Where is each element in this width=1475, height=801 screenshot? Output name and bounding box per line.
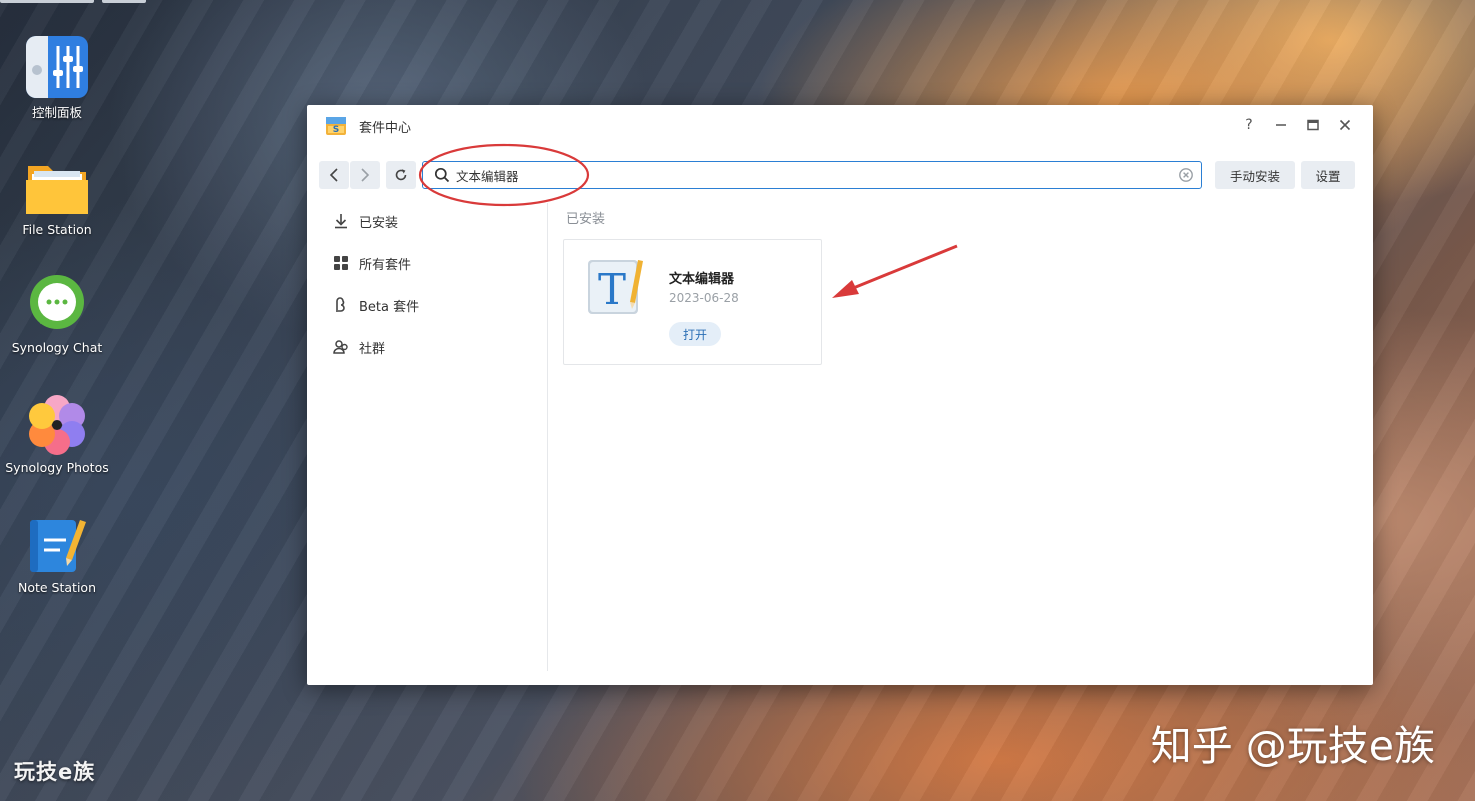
minimize-icon bbox=[1276, 124, 1286, 126]
refresh-icon bbox=[395, 169, 407, 181]
desktop-icon-label: Note Station bbox=[17, 580, 96, 595]
desktop-icon-file-station[interactable]: File Station bbox=[0, 156, 114, 237]
search-box[interactable] bbox=[422, 161, 1202, 189]
minimize-button[interactable] bbox=[1269, 114, 1293, 136]
desktop-icon-label: Synology Chat bbox=[11, 340, 103, 355]
folder-icon bbox=[26, 156, 88, 218]
sidebar-item-label: 所有套件 bbox=[359, 257, 412, 273]
back-button[interactable] bbox=[319, 161, 349, 189]
desktop-icon-label: 控制面板 bbox=[31, 105, 82, 120]
svg-text:T: T bbox=[598, 265, 626, 314]
clear-search-icon[interactable] bbox=[1179, 168, 1193, 182]
control-panel-icon bbox=[26, 36, 88, 98]
package-center-window: S 套件中心 ? 文本编辑器 手动安装 设置 已安装 所有套件 Beta 套件 … bbox=[307, 105, 1373, 685]
chevron-left-icon bbox=[329, 168, 338, 182]
window-title: 套件中心 bbox=[359, 121, 412, 136]
download-icon bbox=[333, 213, 349, 229]
maximize-button[interactable] bbox=[1301, 114, 1325, 136]
manual-install-button[interactable]: 手动安装 bbox=[1215, 161, 1295, 189]
sidebar-item-beta[interactable]: Beta 套件 bbox=[333, 293, 419, 317]
section-title: 已安装 bbox=[566, 212, 606, 227]
maximize-icon bbox=[1307, 119, 1319, 131]
chat-bubble-icon bbox=[26, 274, 88, 336]
settings-button[interactable]: 设置 bbox=[1301, 161, 1355, 189]
watermark-logo-text: 玩技e族 bbox=[14, 760, 96, 784]
grid-icon bbox=[333, 255, 349, 271]
desktop-icon-synology-chat[interactable]: Synology Chat bbox=[0, 274, 114, 355]
sidebar-item-installed[interactable]: 已安装 bbox=[333, 209, 398, 233]
help-icon: ? bbox=[1245, 117, 1253, 133]
desktop-icon-synology-photos[interactable]: Synology Photos bbox=[0, 394, 114, 475]
watermark-zhihu: 知乎 @玩技e族 bbox=[1150, 722, 1435, 770]
chevron-right-icon bbox=[361, 168, 370, 182]
package-name: 文本编辑器 bbox=[669, 272, 735, 287]
package-date: 2023-06-28 bbox=[669, 291, 739, 305]
desktop-icon-label: Synology Photos bbox=[5, 460, 109, 475]
notebook-pencil-icon bbox=[26, 514, 88, 576]
package-center-logo-icon: S bbox=[325, 114, 347, 136]
community-icon bbox=[333, 339, 349, 355]
flower-photos-icon bbox=[26, 394, 88, 456]
search-input[interactable] bbox=[456, 162, 1156, 188]
desktop-icon-control-panel[interactable]: 控制面板 bbox=[0, 36, 114, 121]
sidebar-item-label: 社群 bbox=[359, 341, 386, 357]
toolbar: 手动安装 设置 bbox=[307, 160, 1373, 190]
sidebar-item-label: 已安装 bbox=[359, 215, 399, 231]
sidebar-item-label: Beta 套件 bbox=[359, 299, 420, 315]
beta-icon bbox=[333, 297, 349, 313]
search-icon bbox=[434, 167, 450, 183]
sidebar: 已安装 所有套件 Beta 套件 社群 bbox=[307, 203, 548, 671]
sidebar-item-community[interactable]: 社群 bbox=[333, 335, 385, 359]
desktop-background: 控制面板 File Station Synology Chat Synology… bbox=[0, 0, 1475, 801]
package-card[interactable]: T 文本编辑器 2023-06-28 打开 bbox=[563, 239, 822, 365]
text-editor-icon: T bbox=[586, 256, 646, 318]
close-icon bbox=[1339, 119, 1351, 131]
desktop-icon-note-station[interactable]: Note Station bbox=[0, 514, 114, 595]
help-button[interactable]: ? bbox=[1237, 114, 1261, 136]
forward-button[interactable] bbox=[350, 161, 380, 189]
close-button[interactable] bbox=[1333, 114, 1357, 136]
taskbar-edge bbox=[0, 0, 94, 3]
taskbar-edge bbox=[102, 0, 146, 3]
window-titlebar[interactable]: S 套件中心 ? bbox=[307, 105, 1373, 145]
open-button[interactable]: 打开 bbox=[669, 322, 721, 346]
sidebar-item-all-packages[interactable]: 所有套件 bbox=[333, 251, 411, 275]
desktop-icon-label: File Station bbox=[22, 222, 92, 237]
svg-text:S: S bbox=[333, 125, 339, 135]
refresh-button[interactable] bbox=[386, 161, 416, 189]
